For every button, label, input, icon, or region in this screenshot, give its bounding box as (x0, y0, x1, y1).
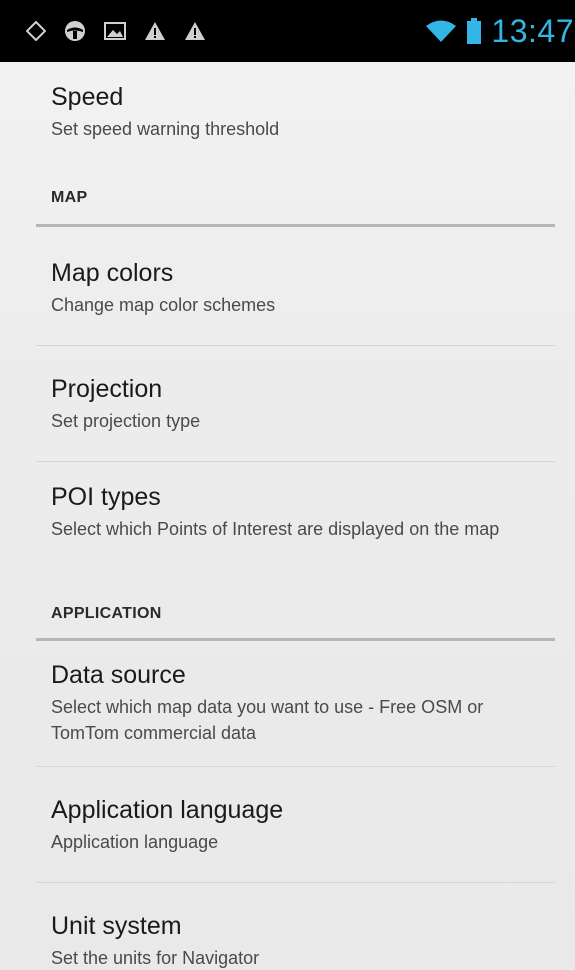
setting-title: POI types (51, 483, 161, 511)
status-clock: 13:47 (491, 13, 574, 49)
setting-title: Speed (51, 83, 124, 111)
image-icon (104, 22, 126, 40)
setting-data-source[interactable]: Data source Select which map data you wa… (0, 660, 575, 746)
setting-title: Data source (51, 661, 186, 689)
setting-summary: Select which Points of Interest are disp… (51, 519, 500, 539)
setting-summary: Set projection type (51, 411, 201, 431)
gps-icon (26, 21, 46, 41)
wifi-icon (425, 19, 457, 43)
setting-unit-system[interactable]: Unit system Set the units for Navigator (0, 911, 575, 970)
setting-poi-types[interactable]: POI types Select which Points of Interes… (0, 482, 575, 542)
warning-icon (184, 21, 206, 41)
section-header-application: APPLICATION (51, 605, 162, 622)
setting-speed[interactable]: Speed Set speed warning threshold (0, 82, 575, 142)
setting-title: Projection (51, 375, 163, 403)
setting-map-colors[interactable]: Map colors Change map color schemes (0, 258, 575, 318)
item-divider (36, 766, 555, 767)
setting-summary: Select which map data you want to use - … (51, 697, 484, 743)
setting-summary: Change map color schemes (51, 295, 276, 315)
setting-projection[interactable]: Projection Set projection type (0, 374, 575, 434)
setting-title: Unit system (51, 912, 182, 940)
setting-summary: Set speed warning threshold (51, 119, 280, 139)
setting-summary: Set the units for Navigator (51, 948, 260, 968)
item-divider (36, 461, 555, 462)
status-bar: 13:47 (0, 0, 575, 62)
setting-title: Application language (51, 796, 284, 824)
notification-icons (26, 20, 206, 42)
steering-wheel-icon (64, 20, 86, 42)
settings-screen: 13:47 Speed Set speed warning threshold … (0, 0, 575, 970)
setting-application-language[interactable]: Application language Application languag… (0, 795, 575, 855)
system-icons: 13:47 (425, 15, 575, 47)
setting-title: Map colors (51, 259, 174, 287)
section-header-map: MAP (51, 189, 88, 206)
item-divider (36, 882, 555, 883)
section-divider (36, 224, 555, 227)
setting-summary: Application language (51, 832, 219, 852)
section-divider (36, 638, 555, 641)
item-divider (36, 345, 555, 346)
battery-icon (467, 18, 482, 44)
warning-icon (144, 21, 166, 41)
